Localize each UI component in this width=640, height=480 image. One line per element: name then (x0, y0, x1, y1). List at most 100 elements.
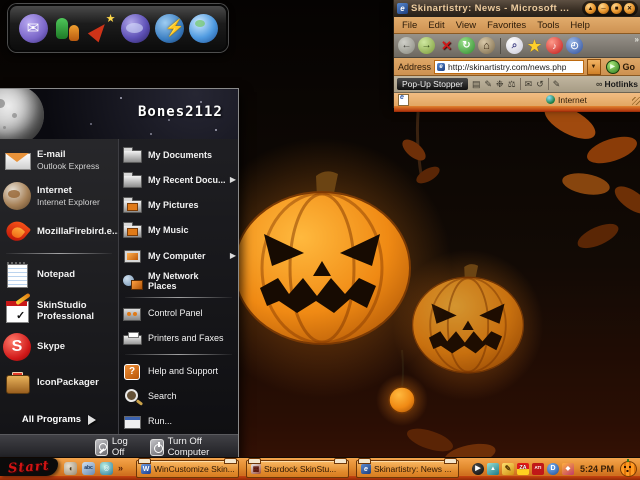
pen-icon[interactable]: ✎ (484, 80, 492, 89)
start-item-skinstudio[interactable]: ✓ SkinStudio Professional (0, 293, 118, 329)
log-off-button[interactable]: Log Off (95, 436, 134, 458)
ie-window-icon: e (397, 3, 408, 14)
run-window-icon (122, 413, 142, 429)
hotlinks-label[interactable]: Hotlinks (604, 79, 638, 89)
start-item-my-computer[interactable]: My Computer ▶ (119, 243, 238, 268)
start-item-mozillafirebird[interactable]: MozillaFirebird.e... (0, 214, 118, 250)
globe-app-quicklaunch-icon[interactable]: ◎ (100, 462, 113, 475)
home-icon[interactable]: ⌂ (478, 37, 495, 54)
rocket-star-icon[interactable]: ★ (87, 14, 116, 43)
start-item-run[interactable]: Run... (119, 409, 238, 434)
username: Bones2112 (138, 104, 223, 120)
maximize-button[interactable]: ■ (611, 3, 622, 14)
all-programs-button[interactable]: All Programs (0, 406, 118, 431)
wheel-icon[interactable]: ❉ (496, 80, 504, 89)
popup-stopper-button[interactable]: Pop-Up Stopper (397, 78, 468, 90)
go-icon: ▶ (606, 60, 620, 74)
sites-icon[interactable]: ▤ (472, 80, 481, 89)
teal-app-tray-icon[interactable]: ▲ (487, 463, 499, 475)
stardock-icon: ▩ (251, 464, 261, 474)
quicklaunch-overflow-chevron[interactable]: » (118, 463, 123, 473)
address-input[interactable]: e http://skinartistry.com/news.php (434, 60, 583, 74)
application-dock: ✉ ★ ⚡ (8, 4, 228, 52)
start-item-printers-faxes[interactable]: Printers and Faxes (119, 326, 238, 351)
start-item-search[interactable]: Search (119, 383, 238, 408)
taskbar-clock[interactable]: 5:24 PM (577, 464, 617, 474)
start-item-help-support[interactable]: ? Help and Support (119, 358, 238, 383)
rollup-button[interactable]: ▲ (585, 3, 596, 14)
menu-view[interactable]: View (456, 20, 476, 31)
power-icon (150, 439, 163, 456)
start-item-internet[interactable]: InternetInternet Explorer (0, 178, 118, 214)
start-item-my-recent-documents[interactable]: My Recent Docu... ▶ (119, 167, 238, 192)
start-item-notepad[interactable]: Notepad (0, 257, 118, 293)
purple-globe-icon[interactable] (121, 14, 150, 43)
abc-doc-quicklaunch-icon[interactable]: abc (82, 462, 95, 475)
skinstudio-icon: ✓ (3, 297, 31, 325)
sync-icon[interactable]: ↺ (536, 80, 544, 89)
pumpkin-tray-icon[interactable] (620, 461, 637, 477)
pictures-folder-icon (122, 197, 142, 213)
play-tray-icon[interactable]: ▶ (472, 463, 484, 475)
menu-file[interactable]: File (402, 20, 417, 31)
address-url: http://skinartistry.com/news.php (448, 62, 566, 72)
mail-globe-icon[interactable]: ✉ (19, 14, 48, 43)
menu-edit[interactable]: Edit (428, 20, 444, 31)
start-item-my-documents[interactable]: My Documents (119, 142, 238, 167)
favorites-star-icon[interactable]: ★ (526, 37, 543, 54)
start-menu: Bones2112 E-mailOutlook Express Internet… (0, 88, 239, 460)
toolbar: ← → ✕ ↻ ⌂ ⌕ ★ ♪ ◴ » (394, 34, 640, 58)
menu-favorites[interactable]: Favorites (487, 20, 526, 31)
menu-tools[interactable]: Tools (537, 20, 559, 31)
task-skinartistry-news[interactable]: e Skinartistry: News ... (356, 460, 459, 478)
stop-icon[interactable]: ✕ (438, 37, 455, 54)
search-icon[interactable]: ⌕ (506, 37, 523, 54)
task-wincustomize[interactable]: W WinCustomize Skin... (136, 460, 239, 478)
skype-icon: S (3, 333, 31, 361)
earth-globe-icon[interactable] (189, 14, 218, 43)
ink-icon[interactable]: ✎ (553, 80, 561, 89)
antenna-icon[interactable]: ⚖ (508, 80, 516, 89)
lightning-globe-icon[interactable]: ⚡ (155, 14, 184, 43)
bird-app-tray-icon[interactable]: ◆ (562, 463, 574, 475)
forward-icon[interactable]: → (418, 37, 435, 54)
zonealarm-tray-icon[interactable]: ZA (517, 463, 529, 475)
start-item-iconpackager[interactable]: IconPackager (0, 365, 118, 401)
hamster-quicklaunch-icon[interactable]: ◖ (64, 462, 77, 475)
address-dropdown-icon[interactable]: ▼ (587, 59, 601, 75)
mail-tray-icon[interactable]: ✉ (525, 80, 533, 89)
toolbar-overflow-chevron[interactable]: » (635, 35, 639, 44)
network-globe-icon (122, 273, 142, 289)
start-item-my-music[interactable]: My Music (119, 218, 238, 243)
start-menu-places-column: My Documents My Recent Docu... ▶ My Pict… (118, 139, 238, 434)
music-folder-icon (122, 222, 142, 238)
start-button[interactable]: Start (0, 458, 58, 476)
menu-bar: File Edit View Favorites Tools Help (394, 17, 640, 34)
start-item-my-network-places[interactable]: My Network Places (119, 268, 238, 293)
pencil-tray-icon[interactable]: ✎ (502, 463, 514, 475)
close-button[interactable]: ✕ (624, 3, 635, 14)
ati-tray-icon[interactable]: ATI (532, 463, 544, 475)
media-icon[interactable]: ♪ (546, 37, 563, 54)
minimize-button[interactable]: ─ (598, 3, 609, 14)
turn-off-computer-button[interactable]: Turn Off Computer (150, 436, 226, 458)
d-app-tray-icon[interactable]: D (547, 463, 559, 475)
divider (125, 297, 232, 298)
title-bar[interactable]: e Skinartistry: News - Microsoft ... ▲ ─… (394, 0, 640, 17)
start-item-my-pictures[interactable]: My Pictures (119, 193, 238, 218)
back-icon[interactable]: ← (398, 37, 415, 54)
resize-grip[interactable] (632, 97, 640, 105)
start-item-email[interactable]: E-mailOutlook Express (0, 142, 118, 178)
history-clock-icon[interactable]: ◴ (566, 37, 583, 54)
messenger-people-icon[interactable] (53, 14, 82, 43)
refresh-icon[interactable]: ↻ (458, 37, 475, 54)
start-item-control-panel[interactable]: Control Panel (119, 301, 238, 326)
window-title: Skinartistry: News - Microsoft ... (411, 3, 579, 14)
start-button-label: Start (8, 458, 51, 476)
task-stardock-skinstudio[interactable]: ▩ Stardock SkinStu... (246, 460, 349, 478)
menu-help[interactable]: Help (570, 20, 590, 31)
key-icon (95, 439, 108, 456)
start-item-skype[interactable]: S Skype (0, 329, 118, 365)
go-button[interactable]: ▶ Go (604, 60, 638, 74)
browser-window: e Skinartistry: News - Microsoft ... ▲ ─… (393, 0, 640, 108)
